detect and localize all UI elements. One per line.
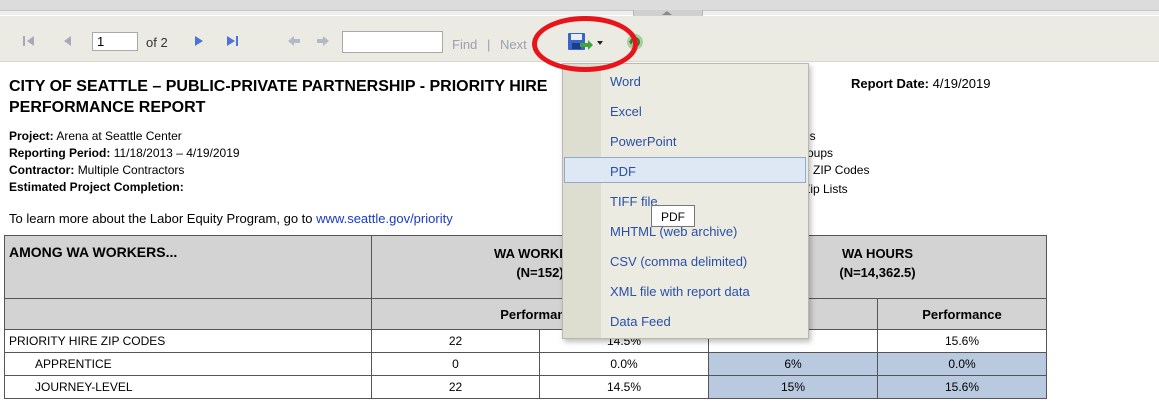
right-meta-line: e ZIP Codes	[803, 163, 870, 177]
menu-item-word[interactable]: Word	[610, 74, 641, 89]
row-hours-pct: 15.6%	[877, 329, 1047, 353]
first-page-icon[interactable]	[22, 34, 36, 48]
header-among-workers: AMONG WA WORKERS...	[4, 235, 372, 299]
row-label: APPRENTICE	[4, 352, 372, 376]
row-pct: 0.0%	[539, 352, 709, 376]
page-count-label: of 2	[146, 35, 168, 50]
collapse-arrow-icon[interactable]	[662, 11, 672, 15]
back-arrow-icon[interactable]	[287, 35, 301, 47]
export-button[interactable]	[566, 30, 606, 54]
table-row: PRIORITY HIRE ZIP CODES 22 14.5% 15.6%	[4, 329, 1047, 353]
table-row: JOURNEY-LEVEL 22 14.5% 15% 15.6%	[4, 375, 1047, 399]
report-date-label: Report Date:	[851, 76, 930, 91]
menu-icon-strip	[563, 64, 601, 338]
menu-item-excel[interactable]: Excel	[610, 104, 642, 119]
find-input[interactable]	[342, 31, 443, 53]
hours-performance-header: Performance	[877, 298, 1047, 330]
completion-meta: Estimated Project Completion:	[9, 180, 184, 194]
right-meta-line: Zip Lists	[803, 182, 848, 196]
row-hours-pct: 0.0%	[877, 352, 1047, 376]
previous-page-icon[interactable]	[61, 34, 75, 48]
forward-arrow-icon[interactable]	[316, 35, 330, 47]
contractor-meta: Contractor: Multiple Contractors	[9, 163, 184, 177]
menu-item-pdf[interactable]: PDF	[610, 164, 636, 179]
save-disk-icon	[568, 33, 603, 50]
project-value: Arena at Seattle Center	[56, 129, 182, 143]
menu-item-csv[interactable]: CSV (comma delimited)	[610, 254, 747, 269]
table-header-row: AMONG WA WORKERS... WA WORKERS (N=152) WA…	[4, 235, 1047, 299]
row-label: JOURNEY-LEVEL	[4, 375, 372, 399]
splitter-bar[interactable]	[0, 10, 1159, 15]
menu-item-powerpoint[interactable]: PowerPoint	[610, 134, 676, 149]
menu-item-data-feed[interactable]: Data Feed	[610, 314, 671, 329]
top-strip	[0, 0, 1159, 10]
last-page-icon[interactable]	[225, 34, 241, 48]
table-row: APPRENTICE 0 0.0% 6% 0.0%	[4, 352, 1047, 376]
report-date-value: 4/19/2019	[932, 76, 991, 91]
period-label: Reporting Period:	[9, 146, 111, 160]
table-subheader-row: Performance Performance	[4, 298, 1047, 330]
subheader-empty	[4, 298, 372, 330]
completion-label: Estimated Project Completion:	[9, 180, 184, 194]
row-goal: 15%	[708, 375, 878, 399]
row-goal: 6%	[708, 352, 878, 376]
next-page-icon[interactable]	[192, 34, 206, 48]
find-link[interactable]: Find	[452, 37, 477, 52]
row-label: PRIORITY HIRE ZIP CODES	[4, 329, 372, 353]
performance-table: AMONG WA WORKERS... WA WORKERS (N=152) WA…	[4, 235, 1047, 399]
project-meta: Project: Arena at Seattle Center	[9, 129, 182, 143]
row-count: 0	[371, 352, 540, 376]
period-meta: Reporting Period: 11/18/2013 – 4/19/2019	[9, 146, 240, 160]
find-next-link[interactable]: Next	[500, 37, 535, 52]
learn-more-text: To learn more about the Labor Equity Pro…	[9, 211, 453, 226]
page-number-input[interactable]	[92, 32, 138, 51]
row-hours-pct: 15.6%	[877, 375, 1047, 399]
learn-more-prefix: To learn more about the Labor Equity Pro…	[9, 211, 313, 226]
menu-highlight	[564, 157, 806, 183]
menu-item-xml[interactable]: XML file with report data	[610, 284, 750, 299]
row-pct: 14.5%	[539, 375, 709, 399]
export-dropdown-menu: Word Excel PowerPoint PDF TIFF file MHTM…	[562, 63, 809, 339]
priority-hire-link[interactable]: www.seattle.gov/priority	[316, 211, 453, 226]
find-separator: |	[487, 37, 491, 52]
project-label: Project:	[9, 129, 54, 143]
row-count: 22	[371, 329, 540, 353]
contractor-value: Multiple Contractors	[77, 163, 185, 177]
pdf-tooltip: PDF	[651, 205, 695, 227]
row-count: 22	[371, 375, 540, 399]
report-date: Report Date: 4/19/2019	[851, 76, 990, 91]
report-title: CITY OF SEATTLE – PUBLIC-PRIVATE PARTNER…	[9, 78, 548, 116]
refresh-icon[interactable]	[625, 32, 645, 52]
period-value: 11/18/2013 – 4/19/2019	[113, 146, 240, 160]
contractor-label: Contractor:	[9, 163, 75, 177]
